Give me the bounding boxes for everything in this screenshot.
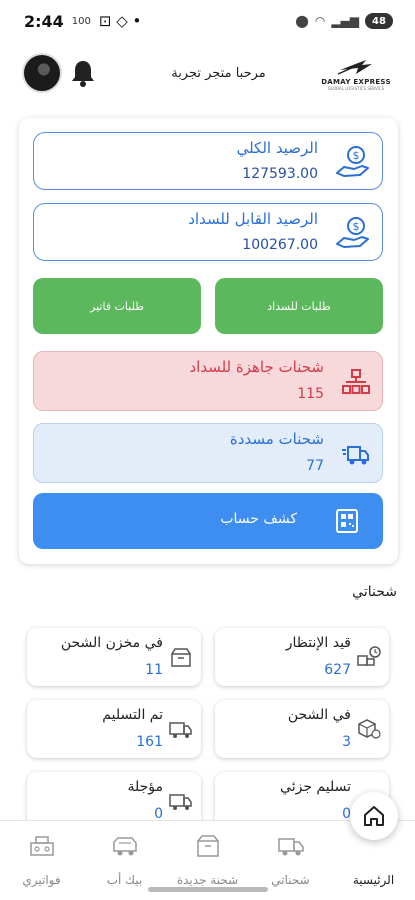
- summary-card: $ الرصيد الكلي 127593.00 $ الرصيد القابل…: [19, 118, 398, 564]
- shipment-status-label: قيد الإنتظار: [285, 635, 351, 651]
- shipment-status-label: تم التسليم: [102, 707, 163, 723]
- qr-document-icon: [335, 508, 359, 534]
- pickup-van-icon: [111, 833, 139, 859]
- status-bar: 2:44 100 ⊡ ◇ • ⬤ ◠ ▂▄▆ 48: [0, 0, 415, 42]
- shipment-status-label: تسليم جزئي: [280, 779, 351, 795]
- nav-label: فواتيري: [22, 873, 61, 887]
- paid-shipments-label: شحنات مسددة: [229, 430, 324, 448]
- svg-text:$: $: [353, 220, 360, 233]
- shipment-status-count: 3: [342, 734, 351, 750]
- nav-item-invoices[interactable]: فواتيري: [0, 829, 83, 895]
- logo-text: DAMAY EXPRESS: [321, 77, 391, 86]
- status-time: 2:44: [24, 11, 64, 31]
- shipment-status-label: مؤجلة: [127, 779, 163, 795]
- shipment-status-count: 161: [136, 734, 163, 750]
- payable-balance-card[interactable]: $ الرصيد القابل للسداد 100267.00: [33, 203, 383, 261]
- truck-icon: [277, 833, 305, 859]
- home-icon: [364, 806, 384, 826]
- nav-label: بيك أب: [106, 873, 143, 887]
- open-box-icon: [169, 646, 193, 668]
- payable-balance-label: الرصيد القابل للسداد: [188, 210, 318, 228]
- app-logo: DAMAY EXPRESS GLOBAL LOGISTICS SERVICE: [315, 50, 397, 96]
- svg-text:$: $: [353, 149, 360, 162]
- nav-label: الرئيسية: [352, 873, 395, 887]
- nav-item-pickup[interactable]: بيك أب: [83, 829, 166, 895]
- ready-for-payment-value: 115: [297, 386, 324, 402]
- shipment-status-label: في الشحن: [287, 707, 351, 723]
- ready-for-payment-card[interactable]: شحنات جاهزة للسداد 115: [33, 351, 383, 411]
- invoice-requests-button[interactable]: طلبات فاتير: [33, 278, 201, 334]
- avatar[interactable]: [22, 53, 62, 93]
- payment-requests-button[interactable]: طلبات للسداد: [215, 278, 383, 334]
- box-icon: [194, 833, 222, 859]
- ready-for-payment-label: شحنات جاهزة للسداد: [189, 358, 324, 376]
- notification-icons: ⊡ ◇ •: [98, 12, 142, 30]
- total-balance-label: الرصيد الكلي: [236, 139, 318, 157]
- delivery-van-icon: [169, 718, 193, 740]
- total-balance-card[interactable]: $ الرصيد الكلي 127593.00: [33, 132, 383, 190]
- nav-label: شحناتي: [271, 873, 310, 887]
- home-floating-button[interactable]: [350, 792, 398, 840]
- nav-label: شحنة جديدة: [176, 873, 239, 887]
- money-hand-icon: $: [334, 214, 372, 252]
- account-statement-button[interactable]: كشف حساب: [33, 493, 383, 549]
- battery-indicator: 48: [365, 13, 393, 29]
- fast-delivery-truck-icon: [342, 440, 370, 468]
- nav-item-my-shipments[interactable]: شحناتي: [249, 829, 332, 895]
- boxes-clock-icon: [357, 646, 381, 668]
- shipment-status-count: 627: [324, 662, 351, 678]
- signal-icon: ▂▄▆: [331, 14, 359, 28]
- truck-icon: [169, 790, 193, 812]
- paid-shipments-card[interactable]: شحنات مسددة 77: [33, 423, 383, 483]
- shipment-in-transit-card[interactable]: في الشحن 3: [215, 700, 389, 758]
- total-balance-value: 127593.00: [242, 166, 318, 182]
- shipment-in-warehouse-card[interactable]: في مخزن الشحن 11: [27, 628, 201, 686]
- payable-balance-value: 100267.00: [242, 237, 318, 253]
- shipment-status-count: 11: [145, 662, 163, 678]
- network-boxes-icon: [342, 368, 370, 396]
- notification-bell-icon[interactable]: [68, 55, 98, 91]
- wifi-icon: ◠: [314, 14, 326, 28]
- account-statement-label: كشف حساب: [220, 511, 297, 527]
- location-icon: ⬤: [295, 14, 309, 28]
- nav-item-new-shipment[interactable]: شحنة جديدة: [166, 829, 249, 895]
- package-x-icon: [357, 718, 381, 740]
- shipment-pending-card[interactable]: قيد الإنتظار 627: [215, 628, 389, 686]
- shipment-status-label: في مخزن الشحن: [60, 635, 163, 651]
- invoice-icon: [28, 833, 56, 859]
- my-shipments-title: شحناتي: [352, 584, 397, 600]
- logo-subtext: GLOBAL LOGISTICS SERVICE: [327, 85, 385, 91]
- money-hand-icon: $: [334, 143, 372, 181]
- paid-shipments-value: 77: [306, 458, 324, 474]
- plane-logo-icon: [337, 59, 372, 75]
- status-mini-text: 100: [71, 15, 91, 27]
- app-header: مرحبا متجر تجربة DAMAY EXPRESS GLOBAL LO…: [0, 44, 415, 102]
- gesture-bar[interactable]: [148, 887, 268, 892]
- greeting-text: مرحبا متجر تجربة: [171, 65, 266, 81]
- shipment-delivered-card[interactable]: تم التسليم 161: [27, 700, 201, 758]
